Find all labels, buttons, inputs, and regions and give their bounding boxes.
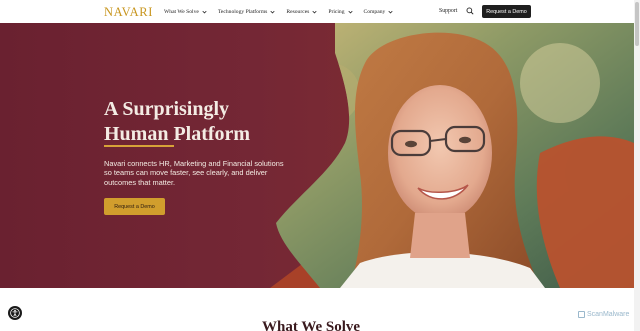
nav-item-label: Technology Platforms	[217, 8, 268, 15]
nav-item-technology-platforms[interactable]: Technology Platforms	[218, 9, 276, 15]
nav-item-resources[interactable]: Resources	[286, 9, 318, 15]
nav-item-pricing[interactable]: Pricing	[328, 9, 353, 15]
chevron-down-icon	[202, 10, 207, 13]
section-heading-what-we-solve: What We Solve	[262, 319, 361, 331]
chevron-down-icon	[388, 10, 393, 13]
hero-section: A Surprisingly Human Platform Navari con…	[0, 23, 634, 288]
hero-description: Navari connects HR, Marketing and Financ…	[104, 159, 284, 187]
scanmalware-logo-icon	[578, 311, 585, 318]
watermark-text: ScanMalware	[587, 311, 630, 318]
accessibility-icon	[10, 308, 20, 318]
chevron-down-icon	[270, 10, 275, 13]
main-nav: What We Solve Technology Platforms Resou…	[164, 0, 404, 23]
accessibility-button[interactable]	[8, 306, 22, 320]
request-demo-button[interactable]: Request a Demo	[482, 5, 531, 18]
hero-title: A Surprisingly Human Platform	[104, 97, 250, 147]
nav-item-label: What We Solve	[164, 8, 199, 15]
site-header: NAVARI What We Solve Technology Platform…	[0, 0, 634, 23]
nav-item-label: Resources	[286, 8, 310, 15]
hero-request-demo-button[interactable]: Request a Demo	[104, 198, 165, 215]
support-link[interactable]: Support	[439, 8, 457, 14]
scrollbar-thumb[interactable]	[635, 2, 639, 46]
hero-title-line-2: Human Platform	[104, 123, 251, 145]
title-underline	[104, 145, 174, 147]
search-icon[interactable]	[466, 7, 474, 15]
chevron-down-icon	[312, 10, 317, 13]
hero-portrait-image	[270, 23, 634, 288]
nav-item-label: Pricing	[328, 8, 345, 15]
nav-item-what-we-solve[interactable]: What We Solve	[164, 9, 208, 15]
nav-item-label: Company	[363, 8, 386, 15]
page-scrollbar[interactable]	[634, 0, 640, 331]
scanmalware-watermark: ScanMalware	[578, 311, 629, 318]
nav-item-company[interactable]: Company	[364, 9, 395, 15]
chevron-down-icon	[347, 10, 353, 13]
navari-logo[interactable]: NAVARI	[104, 5, 153, 20]
hero-title-line-1: A Surprisingly	[104, 98, 230, 120]
